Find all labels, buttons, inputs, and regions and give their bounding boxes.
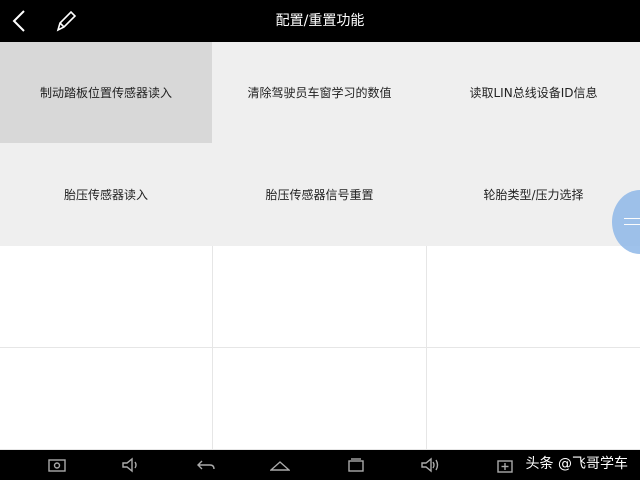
pencil-icon[interactable] [54, 8, 78, 34]
screenshot-icon[interactable] [47, 456, 67, 474]
function-label: 胎压传感器读入 [63, 188, 148, 202]
function-read-lin-device-id[interactable]: 读取LIN总线设备ID信息 [427, 42, 640, 144]
function-brake-pedal-sensor-read[interactable]: 制动踏板位置传感器读入 [0, 42, 213, 144]
function-label: 制动踏板位置传感器读入 [39, 86, 172, 100]
function-grid-area: 制动踏板位置传感器读入 清除驾驶员车窗学习的数值 读取LIN总线设备ID信息 胎… [0, 42, 640, 450]
chevron-left-icon[interactable] [8, 7, 32, 35]
function-grid: 制动踏板位置传感器读入 清除驾驶员车窗学习的数值 读取LIN总线设备ID信息 胎… [0, 42, 640, 450]
back-icon[interactable] [196, 456, 216, 474]
function-label: 胎压传感器信号重置 [265, 188, 374, 202]
function-label: 读取LIN总线设备ID信息 [469, 86, 598, 100]
function-clear-driver-window-learned[interactable]: 清除驾驶员车窗学习的数值 [213, 42, 427, 144]
function-label: 轮胎类型/压力选择 [483, 188, 584, 202]
add-window-icon[interactable] [496, 456, 516, 474]
volume-down-icon[interactable] [121, 456, 141, 474]
empty-cell [0, 348, 213, 450]
top-bar: 配置/重置功能 [0, 0, 640, 42]
empty-cell [213, 348, 427, 450]
function-label: 清除驾驶员车窗学习的数值 [247, 86, 392, 100]
empty-cell [427, 246, 640, 348]
function-tpms-sensor-read[interactable]: 胎压传感器读入 [0, 144, 213, 246]
recents-icon[interactable] [346, 456, 366, 474]
page-title: 配置/重置功能 [275, 13, 365, 29]
function-tire-type-pressure-select[interactable]: 轮胎类型/压力选择 [427, 144, 640, 246]
empty-cell [213, 246, 427, 348]
function-tpms-signal-reset[interactable]: 胎压传感器信号重置 [213, 144, 427, 246]
volume-up-icon[interactable] [420, 456, 440, 474]
home-icon[interactable] [270, 456, 290, 474]
empty-cell [0, 246, 213, 348]
watermark-text: 头条 @飞哥学车 [525, 456, 628, 472]
empty-cell [427, 348, 640, 450]
